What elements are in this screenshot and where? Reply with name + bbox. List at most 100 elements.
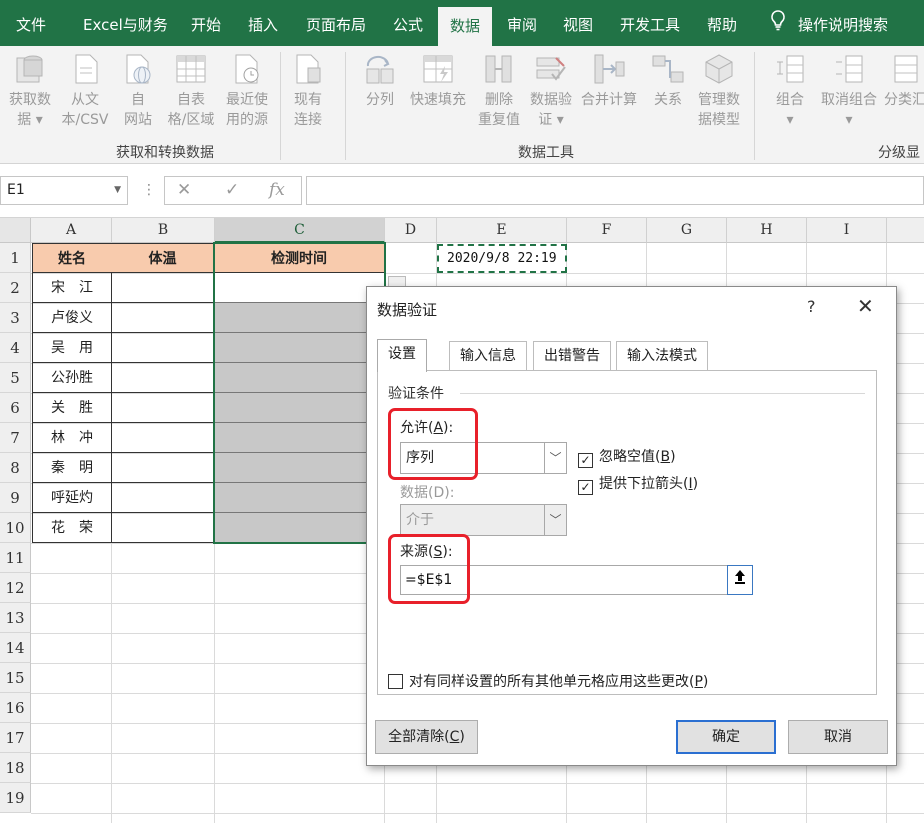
select-all-corner[interactable] [0, 218, 31, 243]
manage-data-model-button[interactable]: 管理数 据模型 [694, 52, 744, 130]
row-header[interactable]: 19 [0, 783, 31, 813]
cell-temperature[interactable] [111, 303, 215, 333]
cell-name[interactable]: 林 冲 [32, 423, 112, 453]
from-table-range-button[interactable]: 自表 格/区域 [162, 52, 220, 130]
cell-a1[interactable]: 姓名 [32, 243, 112, 273]
source-input[interactable]: =$E$1 [400, 565, 742, 595]
chevron-down-icon[interactable]: ▼ [114, 177, 121, 204]
tab-page-layout[interactable]: 页面布局 [306, 0, 366, 46]
tab-developer[interactable]: 开发工具 [620, 0, 680, 46]
column-header-c[interactable]: C [215, 218, 385, 243]
column-header-f[interactable]: F [567, 218, 647, 243]
row-header[interactable]: 4 [0, 333, 31, 363]
cell-name[interactable]: 花 荣 [32, 513, 112, 543]
cell-c2-active[interactable] [214, 273, 385, 303]
flash-fill-button[interactable]: 快速填充 [406, 52, 470, 110]
column-header-a[interactable]: A [31, 218, 112, 243]
cell-c1[interactable]: 检测时间 [214, 243, 385, 273]
column-header-h[interactable]: H [727, 218, 807, 243]
name-box[interactable]: E1 ▼ [0, 176, 128, 205]
row-header[interactable]: 1 [0, 243, 31, 273]
cell-b1[interactable]: 体温 [111, 243, 215, 273]
recent-sources-button[interactable]: 最近使 用的源 [220, 52, 274, 130]
enter-icon[interactable]: ✓ [225, 177, 239, 204]
data-validation-button[interactable]: 数据验证 ▾ [526, 52, 576, 130]
cell-detect-time[interactable] [214, 363, 385, 393]
tab-help[interactable]: 帮助 [707, 0, 737, 46]
subtotal-button[interactable]: 分类汇 [884, 52, 924, 110]
row-header[interactable]: 7 [0, 423, 31, 453]
tab-home[interactable]: 开始 [191, 0, 221, 46]
cancel-icon[interactable]: ✕ [177, 177, 191, 204]
tab-input-message[interactable]: 输入信息 [449, 341, 527, 371]
cell-temperature[interactable] [111, 363, 215, 393]
row-header[interactable]: 16 [0, 693, 31, 723]
from-web-button[interactable]: 自网站 [118, 52, 158, 130]
tab-review[interactable]: 审阅 [507, 0, 537, 46]
chevron-down-icon[interactable]: ﹀ [544, 443, 566, 473]
cell-detect-time[interactable] [214, 423, 385, 453]
collapse-dialog-icon[interactable] [727, 565, 753, 595]
allow-select[interactable]: 序列 ﹀ [400, 442, 567, 474]
formula-input[interactable] [306, 176, 924, 205]
column-header-b[interactable]: B [112, 218, 215, 243]
consolidate-button[interactable]: 合并计算 [578, 52, 640, 110]
existing-connections-button[interactable]: 现有 连接 [286, 52, 330, 130]
cell-temperature[interactable] [111, 273, 215, 303]
cell-name[interactable]: 呼延灼 [32, 483, 112, 513]
row-header[interactable]: 5 [0, 363, 31, 393]
cell-temperature[interactable] [111, 453, 215, 483]
remove-duplicates-button[interactable]: 删除 重复值 [474, 52, 524, 130]
tab-ime-mode[interactable]: 输入法模式 [616, 341, 708, 371]
row-header[interactable]: 3 [0, 303, 31, 333]
tab-settings[interactable]: 设置 [377, 339, 427, 372]
column-header-d[interactable]: D [385, 218, 437, 243]
in-cell-dropdown-checkbox[interactable]: ✓ 提供下拉箭头(I) [578, 473, 698, 495]
cell-detect-time[interactable] [214, 513, 385, 543]
cell-temperature[interactable] [111, 333, 215, 363]
row-header[interactable]: 18 [0, 753, 31, 783]
cell-detect-time[interactable] [214, 333, 385, 363]
apply-to-all-checkbox[interactable]: 对有同样设置的所有其他单元格应用这些更改(P) [388, 671, 708, 691]
row-header[interactable]: 15 [0, 663, 31, 693]
cell-name[interactable]: 公孙胜 [32, 363, 112, 393]
from-text-csv-button[interactable]: 从文 本/CSV [58, 52, 112, 130]
text-to-columns-button[interactable]: 分列 [360, 52, 400, 110]
cell-temperature[interactable] [111, 393, 215, 423]
row-header[interactable]: 2 [0, 273, 31, 303]
ignore-blank-checkbox[interactable]: ✓ 忽略空值(B) [578, 446, 676, 468]
close-icon[interactable]: ✕ [857, 294, 874, 318]
cell-temperature[interactable] [111, 513, 215, 543]
row-header[interactable]: 14 [0, 633, 31, 663]
row-header[interactable]: 6 [0, 393, 31, 423]
row-header[interactable]: 8 [0, 453, 31, 483]
cell-name[interactable]: 卢俊义 [32, 303, 112, 333]
cell-detect-time[interactable] [214, 303, 385, 333]
insert-function-icon[interactable]: fx [269, 177, 285, 204]
tab-insert[interactable]: 插入 [248, 0, 278, 46]
cell-detect-time[interactable] [214, 393, 385, 423]
column-header-e[interactable]: E [437, 218, 567, 243]
column-header-j[interactable] [887, 218, 924, 243]
cell-temperature[interactable] [111, 483, 215, 513]
row-header[interactable]: 12 [0, 573, 31, 603]
help-icon[interactable]: ? [807, 297, 816, 316]
tell-me-search[interactable]: 操作说明搜索 [770, 0, 888, 46]
cell-name[interactable]: 秦 明 [32, 453, 112, 483]
relationships-button[interactable]: 关系 [646, 52, 690, 110]
cell-e1[interactable]: 2020/9/8 22:19 [437, 244, 567, 273]
get-data-button[interactable]: 获取数据 ▾ [4, 52, 56, 130]
cell-temperature[interactable] [111, 423, 215, 453]
cell-name[interactable]: 吴 用 [32, 333, 112, 363]
tab-data[interactable]: 数据 [438, 7, 493, 46]
row-header[interactable]: 17 [0, 723, 31, 753]
cancel-button[interactable]: 取消 [788, 720, 888, 754]
cell-name[interactable]: 宋 江 [32, 273, 112, 303]
row-header[interactable]: 9 [0, 483, 31, 513]
column-header-i[interactable]: I [807, 218, 887, 243]
ungroup-button[interactable]: 取消组合 ▾ [818, 52, 880, 130]
column-header-g[interactable]: G [647, 218, 727, 243]
tab-file[interactable]: 文件 [16, 0, 46, 46]
cell-detect-time[interactable] [214, 453, 385, 483]
cell-name[interactable]: 关 胜 [32, 393, 112, 423]
